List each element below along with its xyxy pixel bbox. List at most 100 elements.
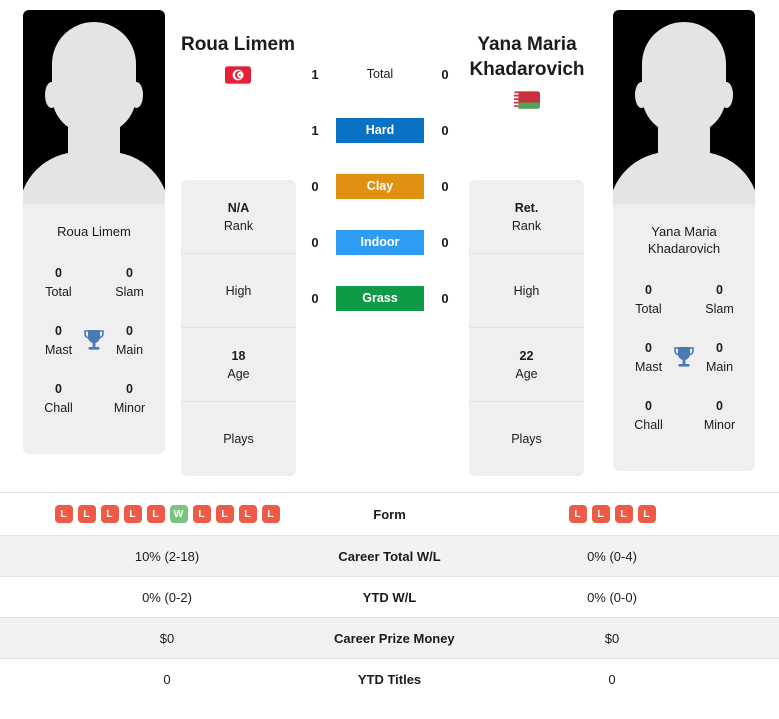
surface-row-clay: 0 Clay 0: [300, 174, 460, 199]
row-label: Career Prize Money: [334, 630, 455, 646]
title-stat-chall-right: 0 Chall: [613, 389, 684, 447]
title-label: Total: [635, 302, 662, 316]
row-value-right: 0% (0-4): [587, 548, 637, 564]
table-row-ytd-wl: 0% (0-2) YTD W/L 0% (0-0): [0, 576, 779, 617]
surface-count-left: 1: [311, 123, 319, 138]
info-row-high-left: High: [181, 254, 296, 328]
form-badge-loss: L: [100, 505, 119, 523]
info-label: Age: [227, 366, 250, 381]
row-label: YTD W/L: [362, 589, 417, 605]
form-badge-loss: L: [238, 505, 257, 523]
titles-grid-left: 0 Total 0 Slam 0 Mast 0 Main 0 Chall 0 M…: [23, 256, 165, 454]
surface-label: Clay: [336, 174, 424, 199]
info-label: High: [513, 283, 540, 298]
row-label: Career Total W/L: [338, 548, 441, 564]
info-label: High: [225, 283, 252, 298]
form-badge-loss: L: [261, 505, 280, 523]
surface-row-grass: 0 Grass 0: [300, 286, 460, 311]
info-value: 22: [519, 348, 534, 363]
title-stat-minor-right: 0 Minor: [684, 389, 755, 447]
info-row-plays-right: Plays: [469, 402, 584, 476]
belarus-flag-icon: [514, 91, 540, 109]
form-badge-loss: L: [591, 505, 610, 523]
player-name-left[interactable]: Roua Limem: [138, 32, 338, 57]
row-value-right: 0: [608, 671, 616, 687]
avatar-ear-right: [720, 82, 733, 108]
title-stat-total-right: 0 Total: [613, 273, 684, 331]
title-label: Main: [705, 360, 734, 374]
surface-label: Total: [366, 67, 394, 81]
title-label: Chall: [634, 418, 663, 432]
title-value: 0: [716, 283, 723, 297]
avatar-ear-right: [130, 82, 143, 108]
form-badge-loss: L: [568, 505, 587, 523]
row-value-left: $0: [159, 630, 175, 646]
surface-row-hard: 1 Hard 0: [300, 118, 460, 143]
info-label: Rank: [223, 218, 254, 233]
tunisia-flag-icon: [225, 66, 251, 84]
title-value: 0: [645, 399, 652, 413]
surface-label: Grass: [336, 286, 424, 311]
form-badge-win: W: [169, 505, 188, 523]
row-value-left: 10% (2-18): [134, 548, 200, 564]
info-label: Plays: [511, 432, 542, 446]
form-badge-loss: L: [77, 505, 96, 523]
trophy-icon: [84, 330, 104, 350]
row-value-right: 0% (0-0): [587, 589, 637, 605]
avatar-head: [642, 22, 726, 134]
title-value: 0: [126, 266, 133, 280]
avatar-shoulders: [23, 152, 165, 204]
comparison-header: Roua Limem 0 Total 0 Slam 0 Mast 0 Main: [0, 0, 779, 492]
player-comparison-page: Roua Limem 0 Total 0 Slam 0 Mast 0 Main: [0, 0, 779, 719]
title-stat-minor-left: 0 Minor: [94, 372, 165, 430]
surface-label: Indoor: [336, 230, 424, 255]
info-row-rank-left: N/A Rank: [181, 180, 296, 254]
title-label: Total: [45, 285, 72, 299]
title-stat-total-left: 0 Total: [23, 256, 94, 314]
form-badge-loss: L: [637, 505, 656, 523]
player-card-name-right: Yana Maria Khadarovich: [647, 224, 721, 256]
info-value: Ret.: [514, 200, 539, 215]
info-row-age-left: 18 Age: [181, 328, 296, 402]
form-badge-loss: L: [146, 505, 165, 523]
form-cell-left: LLLLLWLLLL: [0, 505, 334, 523]
surface-count-right: 0: [441, 179, 449, 194]
title-value: 0: [716, 399, 723, 413]
form-badge-loss: L: [54, 505, 73, 523]
title-label: Chall: [44, 401, 73, 415]
surface-count-left: 0: [311, 179, 319, 194]
form-badge-loss: L: [192, 505, 211, 523]
comparison-table: LLLLLWLLLL Form LLLL 10% (2-18) Career T…: [0, 492, 779, 699]
surface-count-right: 0: [441, 291, 449, 306]
row-label: YTD Titles: [357, 671, 422, 687]
player-avatar-right: [613, 10, 755, 204]
table-row-career-total-wl: 10% (2-18) Career Total W/L 0% (0-4): [0, 535, 779, 576]
surface-row-total: 1 Total 0: [300, 62, 460, 87]
surface-count-right: 0: [441, 123, 449, 138]
row-label: Form: [373, 506, 406, 522]
title-value: 0: [716, 341, 723, 355]
surface-breakdown: 1 Total 0 1 Hard 0 0 Clay 0 0 Indoor 0 0: [300, 62, 460, 311]
form-cell-right: LLLL: [445, 505, 779, 523]
title-label: Minor: [703, 418, 736, 432]
title-label: Slam: [705, 302, 734, 316]
title-value: 0: [126, 382, 133, 396]
table-row-ytd-titles: 0 YTD Titles 0: [0, 658, 779, 699]
info-row-rank-right: Ret. Rank: [469, 180, 584, 254]
surface-label: Hard: [336, 118, 424, 143]
form-badge-loss: L: [614, 505, 633, 523]
row-value-right: $0: [604, 630, 620, 646]
title-stat-slam-left: 0 Slam: [94, 256, 165, 314]
info-label: Rank: [511, 218, 542, 233]
title-stat-slam-right: 0 Slam: [684, 273, 755, 331]
info-value: 18: [231, 348, 246, 363]
title-value: 0: [55, 382, 62, 396]
surface-count-right: 0: [441, 67, 449, 82]
avatar-ear-left: [45, 82, 58, 108]
info-label: Age: [515, 366, 538, 381]
avatar-ear-left: [635, 82, 648, 108]
info-row-age-right: 22 Age: [469, 328, 584, 402]
surface-count-right: 0: [441, 235, 449, 250]
form-badges-left: LLLLLWLLLL: [0, 505, 334, 523]
player-card-right[interactable]: Yana Maria Khadarovich 0 Total 0 Slam 0 …: [613, 10, 755, 471]
